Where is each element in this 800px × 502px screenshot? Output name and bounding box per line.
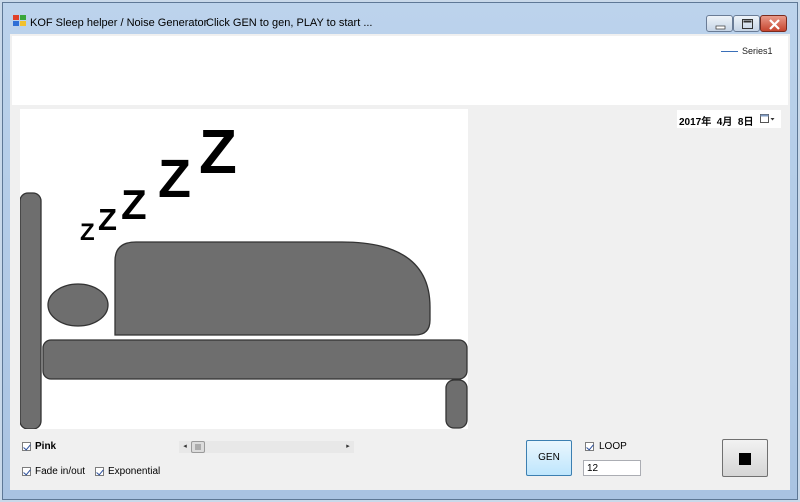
sleeper-head — [47, 283, 109, 327]
loop-label: LOOP — [599, 441, 627, 452]
loop-checkbox[interactable] — [585, 442, 594, 451]
pink-label: Pink — [35, 441, 57, 452]
calendar-dropdown-icon[interactable] — [760, 113, 776, 125]
stop-button[interactable] — [722, 439, 768, 477]
client-area: Series1 Z Z Z Z Z 2017年 4月 8日 Pink ◂ ▸ F… — [10, 34, 790, 490]
maximize-icon — [742, 19, 753, 29]
app-window: KOF Sleep helper / Noise Generator Click… — [2, 2, 798, 500]
chart-legend: Series1 — [721, 46, 791, 58]
scroll-thumb[interactable] — [191, 441, 205, 453]
sleep-illustration: Z Z Z Z Z — [20, 109, 468, 429]
close-button[interactable] — [760, 15, 787, 32]
grip-icon — [195, 444, 201, 450]
minimize-icon — [715, 25, 726, 30]
zzz-letter-4: Z — [158, 149, 191, 209]
scroll-left-icon[interactable]: ◂ — [179, 441, 191, 453]
loop-count-input[interactable]: 12 — [583, 460, 641, 476]
stop-icon — [739, 453, 751, 465]
sleeper-body — [114, 241, 431, 336]
zzz-letter-1: Z — [80, 219, 95, 246]
legend-series-swatch — [721, 51, 738, 52]
bed-footpost — [445, 379, 468, 429]
zzz-letter-2: Z — [98, 202, 117, 237]
status-hint: Click GEN to gen, PLAY to start ... — [206, 17, 373, 29]
date-picker[interactable]: 2017年 4月 8日 — [677, 110, 781, 128]
gen-button[interactable]: GEN — [526, 440, 572, 476]
horizontal-scrollbar[interactable]: ◂ ▸ — [179, 441, 354, 453]
title-bar[interactable]: KOF Sleep helper / Noise Generator Click… — [3, 3, 797, 33]
exponential-label: Exponential — [108, 466, 161, 477]
app-icon — [13, 15, 26, 26]
bed-headboard — [20, 192, 42, 429]
maximize-button[interactable] — [733, 15, 760, 32]
date-value: 2017年 4月 8日 — [679, 117, 754, 128]
minimize-button[interactable] — [706, 15, 733, 32]
sleeping-person-image: Z Z Z Z Z — [20, 118, 468, 429]
zzz-letter-5: Z — [199, 118, 237, 187]
window-title: KOF Sleep helper / Noise Generator — [30, 17, 208, 29]
fade-label: Fade in/out — [35, 466, 86, 477]
close-icon — [769, 19, 780, 30]
bed-mattress — [42, 339, 468, 380]
scroll-right-icon[interactable]: ▸ — [342, 441, 354, 453]
pink-checkbox[interactable] — [22, 442, 31, 451]
legend-series-label: Series1 — [742, 46, 773, 56]
exponential-checkbox[interactable] — [95, 467, 104, 476]
fade-checkbox[interactable] — [22, 467, 31, 476]
waveform-chart: Series1 — [12, 36, 788, 105]
zzz-letter-3: Z — [121, 181, 147, 228]
